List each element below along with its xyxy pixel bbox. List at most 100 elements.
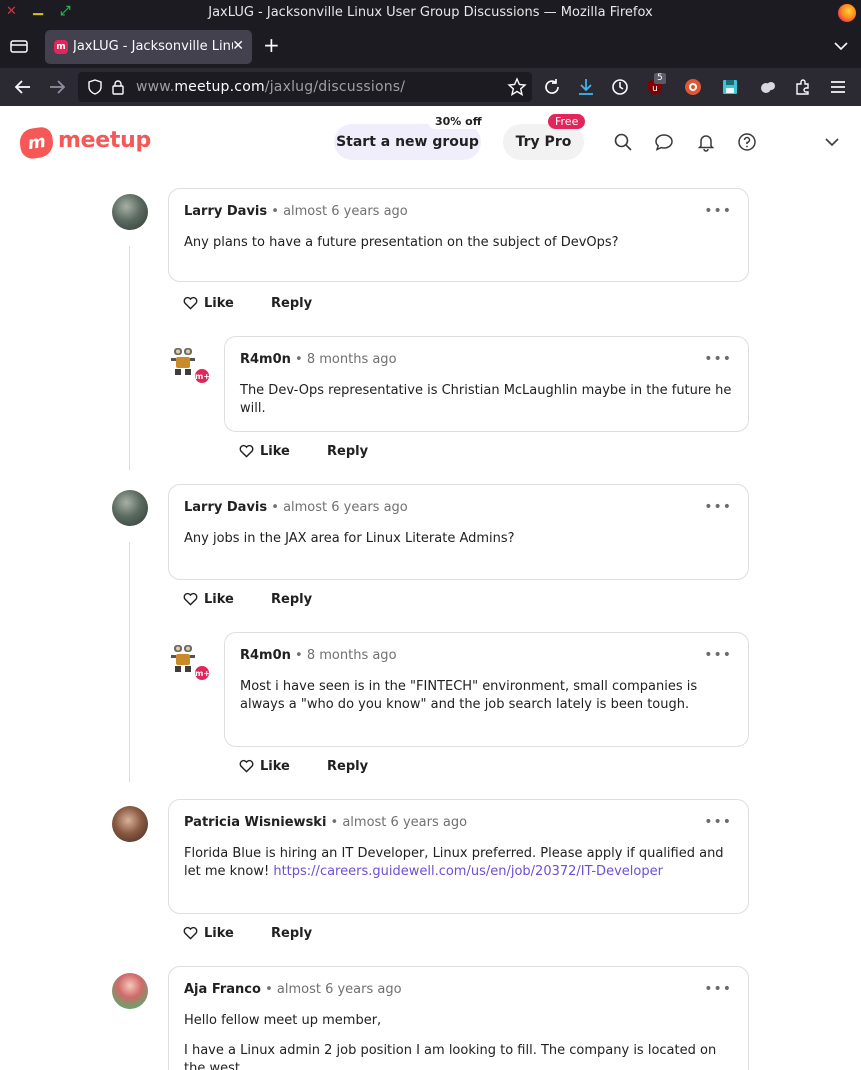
address-bar[interactable]: www.meetup.com/jaxlug/discussions/ [78,72,532,102]
more-options-icon[interactable]: ••• [704,647,732,663]
bell-icon[interactable] [696,132,716,152]
timestamp: 8 months ago [306,648,397,663]
like-button[interactable]: Like [183,926,234,941]
comment-card: Patricia Wisniewski • almost 6 years ago… [168,799,749,914]
avatar[interactable] [112,194,148,230]
svg-text:u: u [652,84,658,94]
thread-line [129,542,130,782]
comment-meta: R4m0n • 8 months ago [240,648,397,663]
navigation-toolbar: www.meetup.com/jaxlug/discussions/ u 5 [0,68,861,106]
chat-bubble-icon[interactable] [654,132,674,152]
more-options-icon[interactable]: ••• [704,981,732,997]
author-name[interactable]: Patricia Wisniewski [184,815,326,830]
back-arrow-icon[interactable] [13,77,33,97]
web-page: m meetup Start a new group 30% off Try P… [0,106,861,1070]
reply-button[interactable]: Reply [271,296,312,311]
forward-arrow-icon[interactable] [47,77,67,97]
avatar[interactable] [112,806,148,842]
save-floppy-icon[interactable] [720,77,740,97]
window-titlebar: ✕ ▁ ⤢ JaxLUG - Jacksonville Linux User G… [0,0,861,26]
bookmark-star-icon[interactable] [507,77,527,97]
heart-icon [183,592,198,606]
avatar[interactable]: m+ [168,344,210,384]
more-options-icon[interactable]: ••• [704,814,732,830]
comment-card: Larry Davis • almost 6 years ago ••• Any… [168,484,749,580]
try-pro-button[interactable]: Try Pro [503,124,584,160]
heart-icon [239,759,254,773]
window-title: JaxLUG - Jacksonville Linux User Group D… [208,5,653,20]
discount-badge: 30% off [428,114,489,129]
comment-card: R4m0n • 8 months ago ••• The Dev-Ops rep… [224,336,749,432]
tab-title: JaxLUG - Jacksonville Linux User Group D… [73,39,233,54]
free-badge: Free [548,114,586,129]
meetup-logo-icon: m [18,125,55,161]
more-options-icon[interactable]: ••• [704,499,732,515]
comment-card: R4m0n • 8 months ago ••• Most i have see… [224,632,749,747]
author-name[interactable]: R4m0n [240,648,291,663]
help-question-icon[interactable] [737,132,757,152]
tab-bar: m JaxLUG - Jacksonville Linux User Group… [0,26,861,68]
comment-text: The Dev-Ops representative is Christian … [240,383,732,416]
comment-text: Florida Blue is hiring an IT Developer, … [184,846,724,879]
heart-icon [183,926,198,940]
url-text[interactable]: www.meetup.com/jaxlug/discussions/ [136,79,405,95]
more-options-icon[interactable]: ••• [704,351,732,367]
reply-button[interactable]: Reply [327,444,368,459]
timestamp: almost 6 years ago [283,500,408,515]
chevron-down-icon[interactable] [822,132,842,152]
comment-text: Hello fellow meet up member, I have a Li… [184,1013,717,1070]
new-tab-icon[interactable]: + [263,35,280,55]
more-options-icon[interactable]: ••• [704,203,732,219]
author-name[interactable]: Larry Davis [184,500,267,515]
avatar[interactable] [112,490,148,526]
like-button[interactable]: Like [239,444,290,459]
search-icon[interactable] [613,132,633,152]
extension-puzzle-cloud-icon[interactable] [758,77,778,97]
meetup-wordmark: meetup [58,128,151,153]
thread-line [129,246,130,470]
comment-card: Larry Davis • almost 6 years ago ••• Any… [168,188,749,282]
ublock-origin-icon[interactable]: u 5 [645,73,666,97]
meetup-favicon-icon: m [54,40,68,54]
like-button[interactable]: Like [239,759,290,774]
author-name[interactable]: Aja Franco [184,982,261,997]
comment-meta: Patricia Wisniewski • almost 6 years ago [184,815,468,830]
reply-button[interactable]: Reply [271,592,312,607]
like-button[interactable]: Like [183,592,234,607]
job-link[interactable]: https://careers.guidewell.com/us/en/job/… [273,864,663,879]
extensions-puzzle-icon[interactable] [793,77,813,97]
comment-meta: Larry Davis • almost 6 years ago [184,204,408,219]
meetup-plus-badge-icon: m+ [194,368,210,384]
reload-icon[interactable] [542,77,562,97]
downloads-icon[interactable] [576,77,596,97]
close-tab-icon[interactable]: ✕ [232,38,244,54]
timestamp: almost 6 years ago [283,204,408,219]
tab-jaxlug[interactable]: m JaxLUG - Jacksonville Linux User Group… [45,30,252,64]
chevron-down-icon[interactable] [833,38,849,54]
firefox-logo-icon [838,4,856,22]
comment-card: Aja Franco • almost 6 years ago ••• Hell… [168,966,749,1070]
comment-meta: Larry Davis • almost 6 years ago [184,500,408,515]
history-clock-icon[interactable] [610,77,630,97]
timestamp: almost 6 years ago [342,815,468,830]
lock-icon[interactable] [111,79,125,95]
start-new-group-button[interactable]: Start a new group [334,124,481,160]
heart-icon [239,444,254,458]
shield-icon[interactable] [87,79,103,95]
avatar[interactable]: m+ [168,641,210,681]
avatar[interactable] [112,973,148,1009]
comment-text: Any plans to have a future presentation … [184,235,619,250]
duckduckgo-icon[interactable] [683,77,703,97]
comment-meta: R4m0n • 8 months ago [240,352,397,367]
comment-meta: Aja Franco • almost 6 years ago [184,982,402,997]
like-button[interactable]: Like [183,296,234,311]
tab-list-icon[interactable] [10,38,28,54]
author-name[interactable]: Larry Davis [184,204,267,219]
reply-button[interactable]: Reply [327,759,368,774]
timestamp: almost 6 years ago [276,982,402,997]
comment-text: Most i have seen is in the "FINTECH" env… [240,679,698,712]
hamburger-menu-icon[interactable] [828,77,848,97]
author-name[interactable]: R4m0n [240,352,291,367]
reply-button[interactable]: Reply [271,926,312,941]
ublock-count-badge: 5 [654,73,666,84]
